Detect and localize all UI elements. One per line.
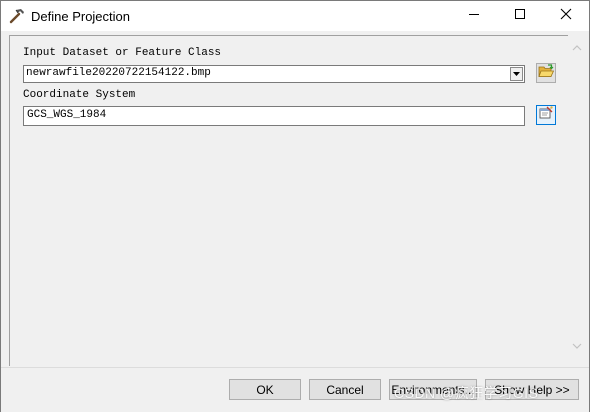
ok-button[interactable]: OK [229, 379, 301, 400]
coordinate-system-label: Coordinate System [23, 89, 136, 101]
open-folder-icon [538, 63, 555, 83]
cancel-button[interactable]: Cancel [309, 379, 381, 400]
close-button[interactable] [543, 1, 589, 31]
dropdown-arrow-icon[interactable] [510, 67, 523, 81]
scroll-down-icon[interactable] [568, 337, 585, 354]
minimize-icon [468, 7, 480, 25]
dialog-client-area: Input Dataset or Feature Class newrawfil… [1, 31, 589, 412]
maximize-button[interactable] [497, 1, 543, 31]
window-title: Define Projection [31, 9, 130, 24]
minimize-button[interactable] [451, 1, 497, 31]
coordinate-system-value: GCS_WGS_1984 [27, 109, 107, 121]
hammer-icon [8, 7, 26, 25]
parameters-panel: Input Dataset or Feature Class newrawfil… [9, 35, 568, 366]
vertical-scrollbar[interactable] [568, 35, 585, 365]
spatial-reference-properties-button[interactable] [536, 105, 556, 125]
coordinate-system-field[interactable]: GCS_WGS_1984 [23, 106, 525, 126]
title-bar[interactable]: Define Projection [1, 1, 589, 31]
scroll-up-icon[interactable] [568, 39, 585, 56]
input-dataset-label: Input Dataset or Feature Class [23, 47, 222, 59]
browse-dataset-button[interactable] [536, 63, 556, 83]
define-projection-dialog: Define Projection Input Dataset or Featu… [0, 0, 590, 412]
input-dataset-value: newrawfile20220722154122.bmp [26, 67, 211, 79]
maximize-icon [514, 7, 526, 25]
close-icon [560, 7, 572, 25]
spatial-reference-properties-icon [539, 105, 553, 125]
watermark-text: CSDN @疯狂学习GIS [394, 385, 539, 401]
input-dataset-dropdown[interactable]: newrawfile20220722154122.bmp [23, 65, 525, 83]
